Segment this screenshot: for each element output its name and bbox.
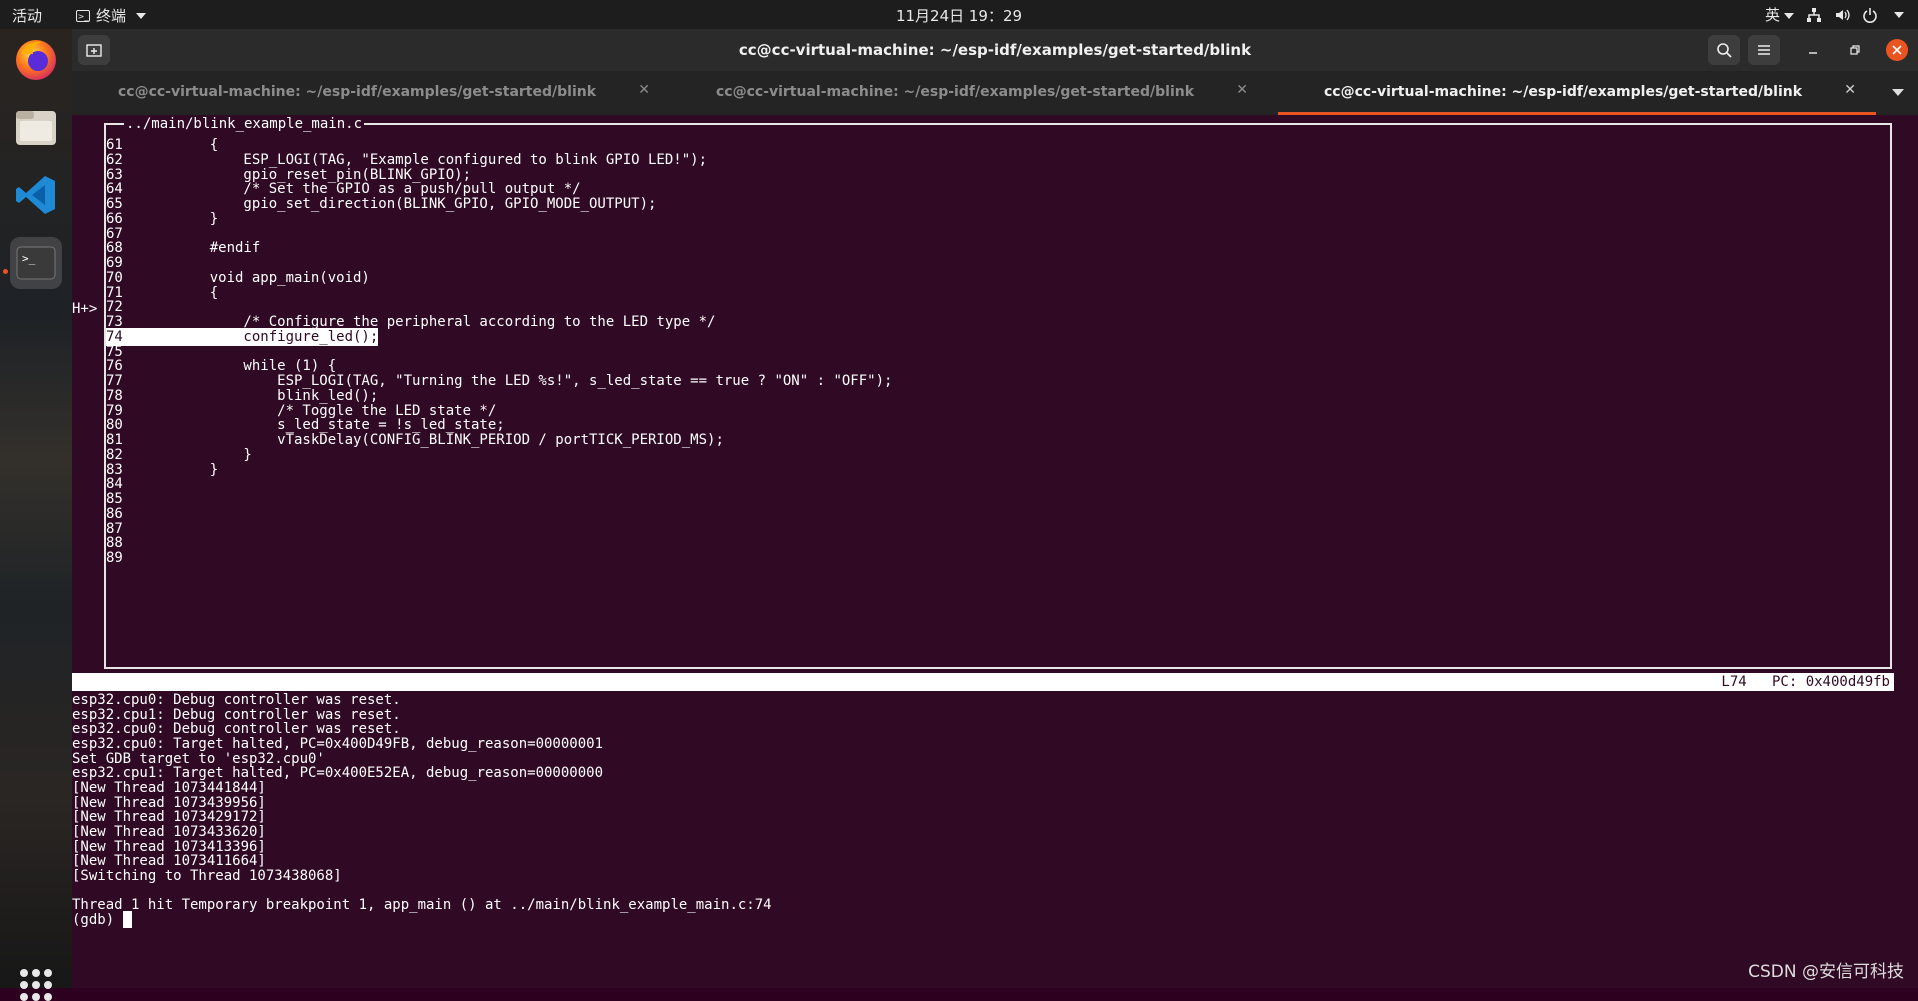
close-tab-icon[interactable]: ✕ xyxy=(1236,82,1248,98)
maximize-button[interactable] xyxy=(1844,39,1866,61)
status-pc: PC: 0x400d49fb xyxy=(1771,674,1890,690)
menu-button[interactable] xyxy=(1748,35,1780,65)
code-line: 89 xyxy=(106,549,176,567)
tab-list-dropdown-icon[interactable] xyxy=(1892,89,1904,96)
code-text: { xyxy=(176,284,219,301)
close-tab-icon[interactable]: ✕ xyxy=(1844,82,1856,98)
svg-text:>_: >_ xyxy=(22,252,36,265)
code-text: vTaskDelay(CONFIG_BLINK_PERIOD / portTIC… xyxy=(176,432,724,448)
power-icon[interactable] xyxy=(1862,7,1878,23)
firefox-icon[interactable] xyxy=(10,33,62,85)
restore-icon xyxy=(1850,45,1860,55)
source-filename: ../main/blink_example_main.c xyxy=(124,116,365,132)
minimize-icon xyxy=(1809,52,1817,54)
code-text: } xyxy=(176,461,219,478)
tab-3-active[interactable]: cc@cc-virtual-machine: ~/esp-idf/example… xyxy=(1278,71,1876,115)
console-line: Thread 1 hit Temporary breakpoint 1, app… xyxy=(72,897,772,914)
minimize-button[interactable] xyxy=(1802,39,1824,61)
source-code: 61 {62 ESP_LOGI(TAG, "Example configured… xyxy=(106,136,1890,661)
running-indicator xyxy=(3,269,8,274)
tab-label: cc@cc-virtual-machine: ~/esp-idf/example… xyxy=(117,84,597,100)
code-text: #endif xyxy=(176,240,261,257)
chevron-down-icon xyxy=(136,12,147,19)
terminal-view[interactable]: ../main/blink_example_main.c H+> 61 {62 … xyxy=(72,115,1918,988)
tui-status-bar: remote Thread 1073438068 In: app_main L7… xyxy=(72,673,1894,708)
status-location: L74 PC: 0x400d49fb xyxy=(1721,673,1890,691)
close-tab-icon[interactable]: ✕ xyxy=(638,82,650,98)
code-text: configure_led(); xyxy=(176,328,379,345)
search-icon xyxy=(1717,43,1732,58)
close-icon xyxy=(1892,45,1902,55)
terminal-app-icon: >_ xyxy=(76,9,90,22)
line-number: 89 xyxy=(106,550,123,566)
vscode-icon[interactable] xyxy=(10,169,62,221)
system-tray[interactable]: 英 xyxy=(1765,4,1904,25)
tab-bar: cc@cc-virtual-machine: ~/esp-idf/example… xyxy=(72,71,1918,115)
tab-2[interactable]: cc@cc-virtual-machine: ~/esp-idf/example… xyxy=(670,71,1268,115)
app-menu-label: 终端 xyxy=(96,7,127,25)
close-button[interactable] xyxy=(1886,39,1908,61)
activities-button[interactable]: 活动 xyxy=(12,5,42,26)
window-title: cc@cc-virtual-machine: ~/esp-idf/example… xyxy=(738,41,1252,59)
files-icon[interactable] xyxy=(10,101,62,153)
code-text: gpio_set_direction(BLINK_GPIO, GPIO_MODE… xyxy=(176,196,657,212)
show-applications-icon[interactable] xyxy=(20,969,52,1001)
gdb-prompt[interactable]: (gdb) xyxy=(72,911,132,929)
chevron-down-icon[interactable] xyxy=(1894,11,1904,18)
input-method-label: 英 xyxy=(1764,6,1780,24)
text-cursor xyxy=(122,911,132,929)
prompt-text: (gdb) xyxy=(72,912,123,929)
chevron-down-icon xyxy=(1784,12,1794,19)
dock: >_ xyxy=(0,29,72,1001)
status-line: L74 xyxy=(1721,674,1747,690)
terminal-icon[interactable]: >_ xyxy=(10,237,62,289)
code-text: } xyxy=(176,210,219,227)
app-menu[interactable]: >_ 终端 xyxy=(76,5,147,26)
watermark: CSDN @安信可科技 xyxy=(1748,962,1904,982)
input-method-indicator[interactable]: 英 xyxy=(1765,4,1794,25)
network-icon[interactable] xyxy=(1806,7,1822,23)
volume-icon[interactable] xyxy=(1834,7,1850,23)
tab-label: cc@cc-virtual-machine: ~/esp-idf/example… xyxy=(715,84,1195,100)
system-top-bar: 活动 >_ 终端 11月24日 19：29 英 xyxy=(0,0,1918,29)
search-button[interactable] xyxy=(1708,35,1740,65)
hamburger-menu-icon xyxy=(1758,45,1770,55)
clock[interactable]: 11月24日 19：29 xyxy=(0,5,1918,26)
console-line: [Switching to Thread 1073438068] xyxy=(72,868,342,885)
window-titlebar[interactable]: cc@cc-virtual-machine: ~/esp-idf/example… xyxy=(72,29,1918,71)
breakpoint-marker: H+> xyxy=(72,301,98,317)
tab-1[interactable]: cc@cc-virtual-machine: ~/esp-idf/example… xyxy=(72,71,670,115)
tab-label: cc@cc-virtual-machine: ~/esp-idf/example… xyxy=(1323,84,1803,100)
